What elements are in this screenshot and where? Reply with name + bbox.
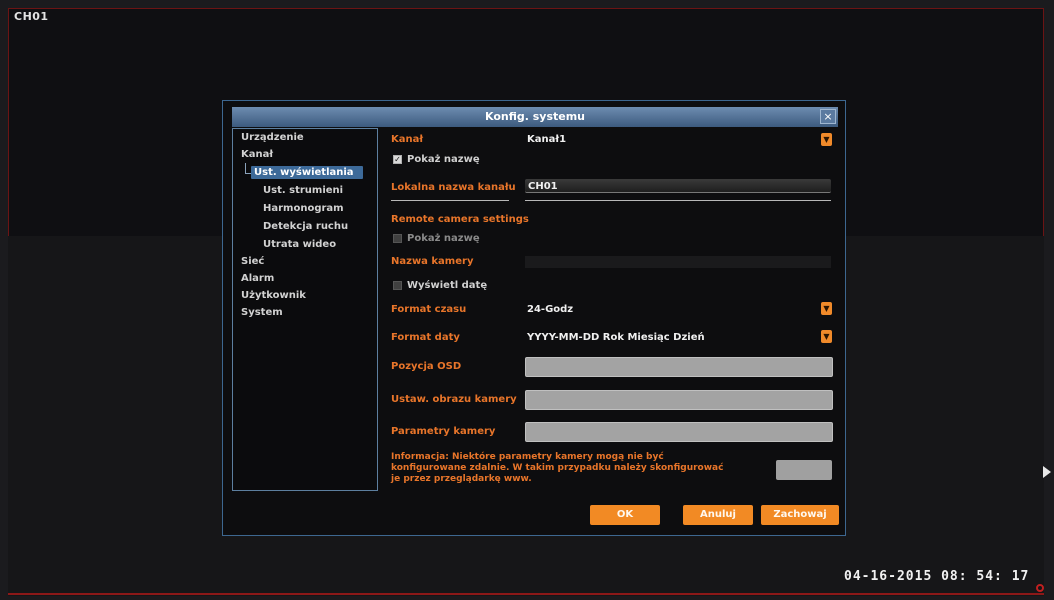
- nav-item-urzadzenie[interactable]: Urządzenie: [241, 132, 304, 143]
- local-name-value: CH01: [528, 181, 558, 192]
- ok-button[interactable]: OK: [590, 505, 660, 525]
- record-indicator-icon: [1036, 584, 1044, 592]
- nav-item-system[interactable]: System: [241, 307, 283, 318]
- settings-nav-tree: Urządzenie Kanał Ust. wyświetlania Ust. …: [232, 128, 378, 491]
- remote-show-name-label: Pokaż nazwę: [407, 233, 480, 244]
- close-icon[interactable]: ×: [820, 109, 836, 124]
- remote-show-name-checkbox[interactable]: [393, 234, 402, 243]
- camera-params-button[interactable]: [525, 422, 833, 442]
- osd-position-label: Pozycja OSD: [391, 361, 462, 372]
- channel-overlay-label: CH01: [14, 10, 49, 23]
- nav-item-ust-wyswietlania[interactable]: Ust. wyświetlania: [251, 166, 363, 179]
- dialog-titlebar[interactable]: Konfig. systemu ×: [232, 107, 838, 127]
- nav-item-harmonogram[interactable]: Harmonogram: [263, 203, 344, 214]
- nav-item-detekcja-ruchu[interactable]: Detekcja ruchu: [263, 221, 348, 232]
- show-date-label: Wyświetl datę: [407, 280, 488, 291]
- chevron-down-icon[interactable]: ▼: [821, 302, 832, 315]
- image-settings-button[interactable]: [525, 390, 833, 410]
- image-settings-label: Ustaw. obrazu kamery: [391, 394, 517, 405]
- nav-item-uzytkownik[interactable]: Użytkownik: [241, 290, 306, 301]
- kanal-select-value[interactable]: Kanał1: [527, 134, 566, 145]
- tree-connector: [245, 163, 246, 173]
- system-config-dialog: Konfig. systemu × Urządzenie Kanał Ust. …: [222, 100, 846, 536]
- local-name-input[interactable]: [525, 179, 831, 193]
- info-note-line: Informacja: Niektóre parametry kamery mo…: [391, 452, 664, 462]
- remote-settings-heading: Remote camera settings: [391, 214, 529, 225]
- datetime-overlay: 04-16-2015 08: 54: 17: [844, 569, 1030, 584]
- mouse-cursor-icon: [1043, 466, 1051, 478]
- nav-item-ust-strumieni[interactable]: Ust. strumieni: [263, 185, 343, 196]
- info-note: Informacja: Niektóre parametry kamery mo…: [391, 452, 761, 485]
- camera-params-label: Parametry kamery: [391, 426, 496, 437]
- show-date-checkbox[interactable]: [393, 281, 402, 290]
- time-format-value[interactable]: 24-Godz: [527, 304, 573, 315]
- dialog-title: Konfig. systemu: [484, 110, 586, 123]
- date-format-value[interactable]: YYYY-MM-DD Rok Miesiąc Dzień: [527, 332, 705, 343]
- nav-item-utrata-wideo[interactable]: Utrata wideo: [263, 239, 336, 250]
- local-name-label: Lokalna nazwa kanału: [391, 182, 516, 193]
- cancel-button[interactable]: Anuluj: [683, 505, 753, 525]
- osd-position-button[interactable]: [525, 357, 833, 377]
- chevron-down-icon[interactable]: ▼: [821, 330, 832, 343]
- save-button[interactable]: Zachowaj: [761, 505, 839, 525]
- nav-item-siec[interactable]: Sieć: [241, 256, 264, 267]
- nav-item-kanal[interactable]: Kanał: [241, 149, 273, 160]
- show-name-checkbox[interactable]: ✓: [393, 155, 402, 164]
- chevron-down-icon[interactable]: ▼: [821, 133, 832, 146]
- camera-name-input[interactable]: [525, 256, 831, 268]
- kanal-label: Kanał: [391, 134, 424, 145]
- input-underline: [525, 200, 831, 201]
- date-format-label: Format daty: [391, 332, 460, 343]
- screen-border-bottom: [8, 593, 1044, 595]
- show-name-label: Pokaż nazwę: [407, 154, 480, 165]
- info-note-line: je przez przeglądarkę www.: [391, 474, 532, 484]
- time-format-label: Format czasu: [391, 304, 467, 315]
- label-underline: [391, 200, 509, 201]
- info-note-line: konfigurowane zdalnie. W takim przypadku…: [391, 463, 724, 473]
- nav-item-alarm[interactable]: Alarm: [241, 273, 274, 284]
- info-action-button[interactable]: [776, 460, 832, 480]
- camera-name-label: Nazwa kamery: [391, 256, 474, 267]
